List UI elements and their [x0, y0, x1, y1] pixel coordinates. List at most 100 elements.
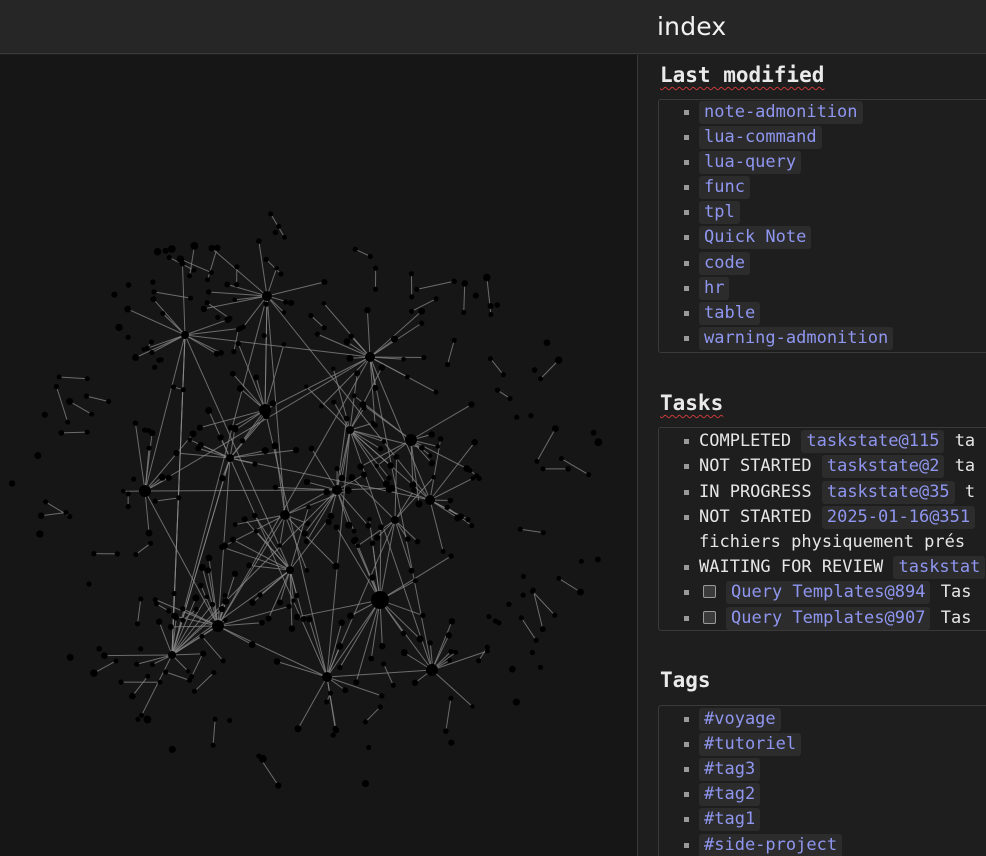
graph-node[interactable] [171, 591, 177, 597]
graph-node[interactable] [66, 653, 74, 661]
graph-node[interactable] [346, 354, 354, 362]
graph-node[interactable] [365, 352, 375, 362]
graph-node[interactable] [58, 430, 65, 436]
page-link[interactable]: tpl [699, 201, 740, 224]
graph-node[interactable] [168, 745, 176, 753]
graph-node[interactable] [114, 551, 120, 557]
graph-node[interactable] [576, 588, 584, 596]
graph-node[interactable] [353, 679, 360, 686]
graph-node[interactable] [539, 626, 546, 633]
graph-node[interactable] [124, 305, 132, 313]
graph-node[interactable] [180, 606, 186, 612]
graph-view[interactable] [0, 55, 637, 856]
graph-node[interactable] [429, 663, 436, 669]
graph-node[interactable] [180, 387, 186, 393]
graph-node[interactable] [190, 242, 199, 250]
graph-node[interactable] [100, 652, 108, 659]
list-item[interactable]: code [659, 251, 986, 276]
checkbox-icon[interactable] [703, 611, 716, 624]
graph-node[interactable] [370, 420, 376, 426]
graph-node[interactable] [360, 471, 368, 478]
graph-node[interactable] [167, 623, 174, 630]
list-item[interactable]: #tag3 [659, 757, 986, 782]
graph-node[interactable] [138, 596, 144, 602]
graph-node[interactable] [211, 669, 217, 676]
graph-node[interactable] [506, 601, 512, 607]
graph-node[interactable] [292, 446, 300, 454]
graph-node[interactable] [234, 264, 240, 270]
graph-node[interactable] [540, 466, 546, 472]
graph-node[interactable] [133, 551, 139, 558]
graph-node[interactable] [520, 573, 527, 579]
graph-node[interactable] [125, 334, 131, 340]
graph-node[interactable] [158, 357, 164, 363]
task-link[interactable]: taskstate@2 [821, 455, 945, 478]
task-link[interactable]: taskstate@115 [801, 430, 945, 453]
graph-node[interactable] [543, 339, 551, 347]
task-item[interactable]: COMPLETED taskstate@115 ta [659, 429, 986, 454]
graph-node[interactable] [218, 350, 224, 356]
graph-node[interactable] [113, 658, 119, 664]
graph-node[interactable] [139, 712, 145, 718]
graph-node[interactable] [176, 495, 182, 501]
graph-node[interactable] [565, 466, 572, 472]
graph-node[interactable] [590, 429, 597, 436]
graph-node[interactable] [205, 277, 211, 283]
graph-node[interactable] [471, 439, 479, 446]
graph-node[interactable] [409, 294, 415, 300]
graph-node[interactable] [451, 278, 457, 285]
graph-node[interactable] [537, 376, 543, 382]
graph-node[interactable] [259, 619, 265, 626]
graph-node[interactable] [344, 486, 352, 494]
graph-node[interactable] [199, 633, 205, 639]
graph-node[interactable] [176, 255, 185, 263]
graph-node[interactable] [198, 582, 204, 589]
page-link[interactable]: table [699, 302, 761, 325]
graph-node[interactable] [155, 618, 163, 625]
graph-node[interactable] [387, 462, 394, 469]
graph-node[interactable] [83, 393, 90, 399]
task-item[interactable]: NOT STARTED 2025-01-16@351 [659, 505, 986, 530]
graph-node[interactable] [229, 370, 236, 377]
graph-node[interactable] [520, 592, 526, 598]
graph-node[interactable] [147, 540, 154, 546]
graph-node[interactable] [280, 510, 290, 520]
graph-node[interactable] [249, 599, 256, 606]
graph-node[interactable] [415, 500, 423, 508]
graph-node[interactable] [144, 345, 150, 351]
graph-node[interactable] [420, 612, 426, 619]
graph-node[interactable] [448, 553, 454, 559]
graph-node[interactable] [323, 488, 330, 496]
graph-node[interactable] [217, 434, 224, 441]
graph-node[interactable] [262, 291, 272, 301]
graph-node[interactable] [409, 481, 417, 489]
graph-node[interactable] [256, 238, 262, 244]
tag-link[interactable]: #tag1 [699, 808, 761, 831]
graph-node[interactable] [443, 728, 449, 734]
task-state[interactable]: WAITING FOR REVIEW [699, 557, 883, 577]
graph-node[interactable] [461, 310, 467, 316]
graph-node[interactable] [494, 387, 501, 393]
graph-node[interactable] [514, 414, 520, 420]
graph-node[interactable] [428, 460, 435, 467]
graph-node[interactable] [67, 513, 73, 520]
graph-node[interactable] [412, 578, 418, 584]
graph-node[interactable] [281, 234, 287, 240]
graph-node[interactable] [293, 613, 301, 621]
graph-node[interactable] [338, 474, 346, 482]
graph-node[interactable] [531, 367, 538, 373]
graph-node[interactable] [191, 688, 198, 694]
graph-node[interactable] [529, 588, 536, 594]
graph-node[interactable] [125, 491, 131, 497]
graph-node[interactable] [115, 323, 123, 332]
graph-node[interactable] [448, 648, 454, 655]
graph-node[interactable] [236, 384, 244, 392]
graph-node[interactable] [8, 480, 16, 487]
graph-node[interactable] [461, 280, 469, 287]
graph-node[interactable] [205, 289, 212, 295]
page-link[interactable]: code [699, 252, 750, 275]
graph-node[interactable] [263, 256, 269, 262]
graph-node[interactable] [281, 310, 287, 315]
graph-node[interactable] [362, 719, 369, 725]
graph-node[interactable] [381, 439, 387, 444]
